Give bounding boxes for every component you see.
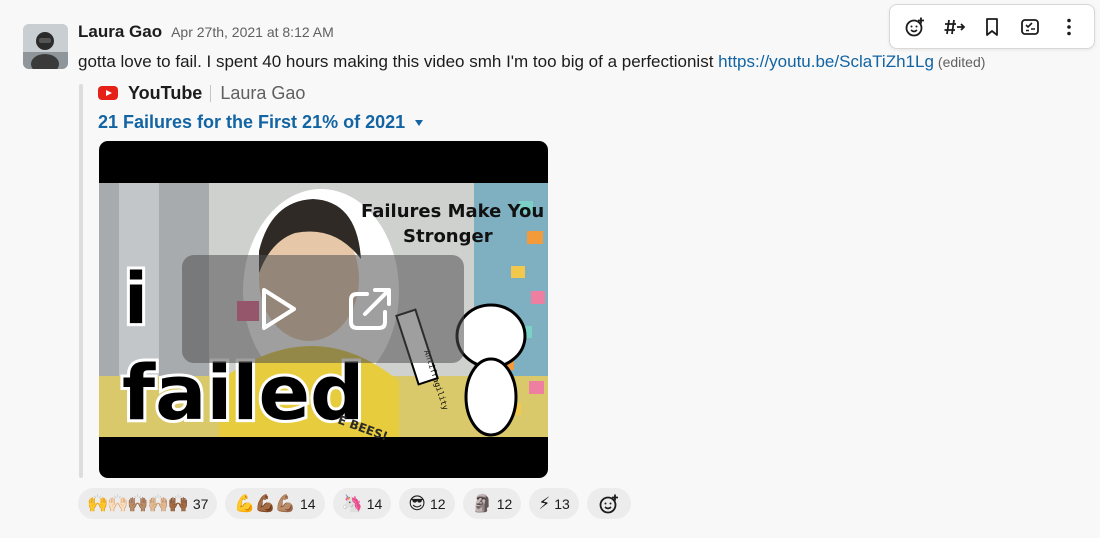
reaction-count: 13 [554, 495, 570, 512]
external-link-icon [348, 288, 391, 330]
add-reaction-button[interactable] [899, 11, 931, 43]
reaction-lightning[interactable]: ⚡ 13 [529, 488, 579, 519]
attachment-bar [79, 84, 83, 478]
unicorn-icon: 🦄 [341, 494, 363, 513]
youtube-logo-icon [98, 86, 118, 100]
open-external-button[interactable] [342, 281, 398, 337]
message-timestamp[interactable]: Apr 27th, 2021 at 8:12 AM [171, 24, 334, 40]
reaction-count: 14 [299, 495, 316, 512]
reaction-raised-hands[interactable]: 🙌🙌🏻🙌🏽🙌🏼🙌🏾 37 [78, 488, 218, 519]
video-title: 21 Failures for the First 21% of 2021 [98, 112, 406, 132]
raised-hands-icon: 🙌🙌🏻🙌🏽🙌🏼🙌🏾 [87, 494, 189, 513]
thumbnail-caption-line2: Stronger [403, 226, 493, 247]
reply-in-thread-icon [944, 19, 965, 34]
divider [210, 84, 212, 102]
video-title-link[interactable]: 21 Failures for the First 21% of 2021 [98, 110, 424, 134]
reaction-count: 37 [192, 495, 209, 512]
play-icon [261, 288, 296, 330]
reaction-custom-face[interactable]: 🗿 12 [462, 488, 522, 519]
bookmark-button[interactable] [976, 11, 1008, 43]
avatar[interactable] [23, 24, 68, 69]
message-actions-toolbar [889, 4, 1095, 49]
chevron-down-icon[interactable] [415, 120, 424, 127]
reaction-count: 12 [496, 495, 513, 512]
reaction-count: 12 [430, 495, 446, 512]
reply-in-thread-button[interactable] [938, 11, 970, 43]
video-controls-overlay [182, 255, 464, 363]
edited-label: (edited) [937, 54, 986, 70]
attachment-source: YouTube Laura Gao [98, 82, 305, 104]
reaction-unicorn[interactable]: 🦄 14 [332, 488, 392, 519]
share-button[interactable] [1014, 11, 1046, 43]
channel-name[interactable]: Laura Gao [220, 83, 305, 104]
reaction-muscle[interactable]: 💪💪🏾💪🏽 14 [225, 488, 325, 519]
reaction-count: 14 [366, 495, 383, 512]
thumbnail-big-i: i [124, 258, 148, 340]
muscle-icon: 💪💪🏾💪🏽 [234, 494, 296, 513]
more-actions-button[interactable] [1053, 11, 1085, 43]
share-icon [1021, 18, 1040, 35]
sunglasses-icon: 😎 [408, 494, 426, 513]
thumbnail-caption-line1: Failures Make You [361, 201, 544, 222]
add-reaction-icon [905, 17, 925, 36]
reaction-sunglasses[interactable]: 😎 12 [399, 488, 455, 519]
custom-face-icon: 🗿 [471, 494, 493, 513]
bookmark-icon [986, 17, 998, 36]
video-player[interactable]: Antifragility Failures Make You Stronger… [99, 141, 548, 478]
message-link[interactable]: https://youtu.be/SclaTiZh1Lg [718, 52, 934, 71]
add-reaction-pill-button[interactable] [586, 488, 631, 519]
message-body: gotta love to fail. I spent 40 hours mak… [78, 52, 719, 71]
lightning-icon: ⚡ [538, 494, 550, 513]
message-header: Laura Gao Apr 27th, 2021 at 8:12 AM [78, 22, 334, 46]
more-actions-icon [1066, 18, 1071, 35]
author-name[interactable]: Laura Gao [78, 22, 162, 42]
message-text: gotta love to fail. I spent 40 hours mak… [78, 51, 985, 73]
add-reaction-icon [599, 494, 618, 513]
reactions-bar: 🙌🙌🏻🙌🏽🙌🏼🙌🏾 37 💪💪🏾💪🏽 14 🦄 14 😎 12 🗿 12 ⚡ 1… [78, 488, 631, 519]
play-button[interactable] [249, 281, 305, 337]
avatar-image [23, 24, 68, 69]
service-name: YouTube [128, 82, 203, 103]
